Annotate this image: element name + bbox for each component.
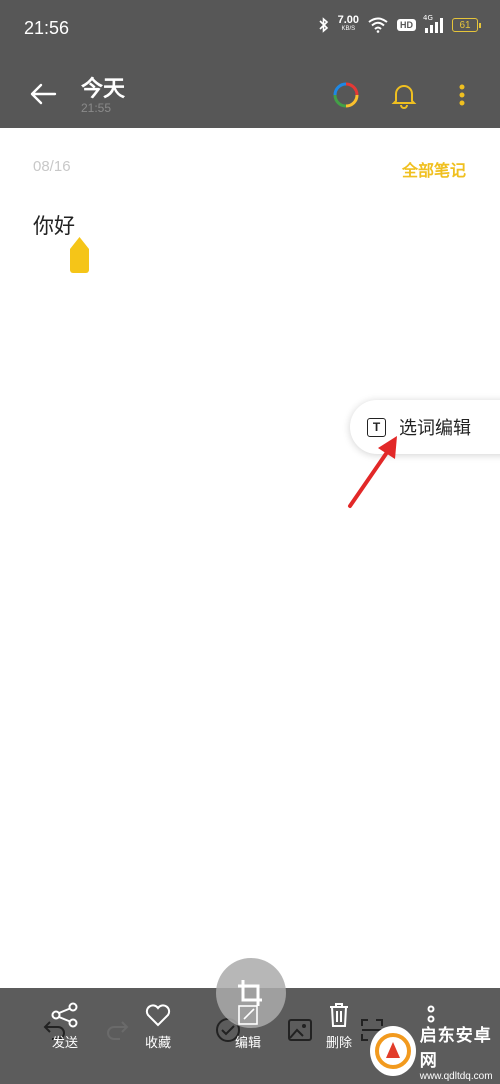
status-icons: 7.00 KB/S HD 4G 61	[319, 14, 481, 34]
app-header: 今天 21:55	[0, 60, 500, 128]
note-date: 08/16	[33, 158, 71, 175]
red-arrow-annotation	[348, 436, 397, 508]
wifi-icon	[368, 17, 388, 33]
status-time: 21:56	[24, 18, 70, 38]
battery-icon: 61	[452, 18, 481, 32]
share-icon	[51, 1002, 78, 1028]
bluetooth-icon	[319, 17, 328, 33]
hd-badge: HD	[397, 19, 416, 31]
bell-icon[interactable]	[389, 80, 419, 110]
watermark-url: www.qdltdq.com	[419, 1070, 493, 1082]
delete-label: 删除	[326, 1036, 353, 1051]
heart-icon	[145, 1004, 171, 1027]
all-notes-link[interactable]: 全部笔记	[402, 157, 466, 181]
cursor-handle[interactable]	[70, 237, 89, 273]
favorite-button[interactable]: 收藏	[144, 1002, 172, 1051]
page-title: 今天	[81, 77, 126, 102]
trash-icon	[330, 1003, 348, 1027]
send-label: 发送	[51, 1036, 78, 1051]
delete-button[interactable]: 删除	[326, 1002, 352, 1051]
edit-icon	[238, 1005, 258, 1025]
color-theme-icon[interactable]	[331, 80, 361, 110]
net-speed: 7.00 KB/S	[337, 14, 359, 33]
status-bar: 21:56 7.00 KB/S HD 4G 61	[0, 0, 500, 60]
watermark: 启东安卓网 www.qdltdq.com	[370, 1018, 500, 1084]
more-options-icon[interactable]	[447, 80, 477, 110]
back-arrow-icon[interactable]	[28, 80, 60, 108]
signal-icon: 4G	[423, 14, 443, 33]
watermark-logo-icon	[370, 1026, 416, 1076]
favorite-label: 收藏	[144, 1036, 171, 1051]
image-icon[interactable]	[286, 1016, 314, 1044]
redo-icon[interactable]	[104, 1016, 130, 1042]
edit-label: 编辑	[234, 1036, 261, 1051]
send-button[interactable]: 发送	[50, 1002, 80, 1051]
note-body-text[interactable]: 你好	[33, 210, 75, 240]
watermark-name: 启东安卓网	[419, 1025, 492, 1071]
page-subtitle: 21:55	[81, 101, 112, 115]
edit-button[interactable]: 编辑	[234, 1002, 262, 1051]
